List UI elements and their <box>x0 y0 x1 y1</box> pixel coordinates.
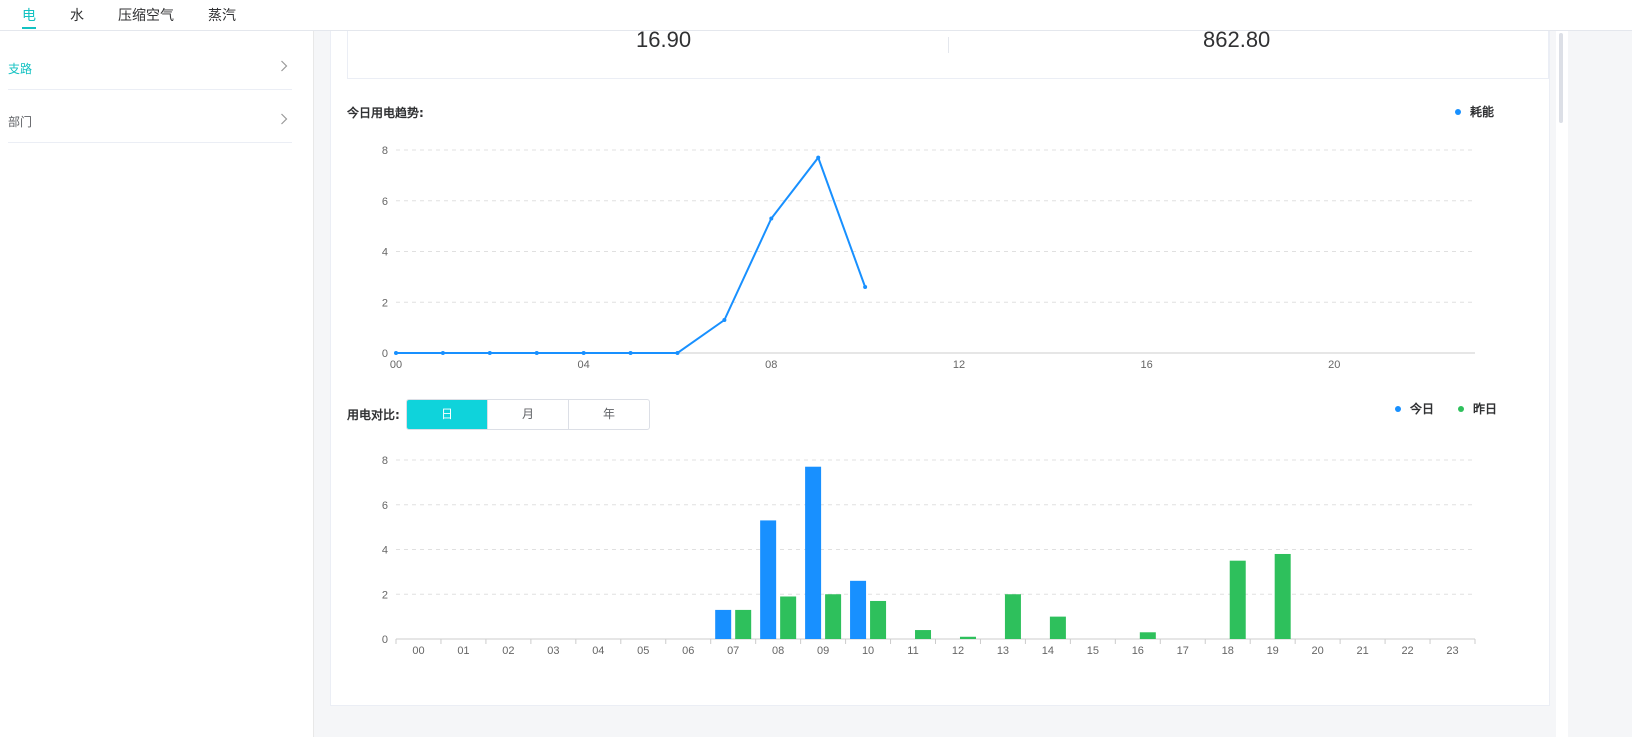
data-point <box>628 351 633 355</box>
bar-today <box>850 580 867 639</box>
bar-yesterday <box>959 636 976 639</box>
x-tick-label: 16 <box>1132 645 1144 657</box>
x-tick-label: 05 <box>637 645 649 657</box>
x-tick-label: 20 <box>1312 645 1324 657</box>
bar-yesterday <box>780 596 797 639</box>
data-point <box>816 155 821 160</box>
x-tick-label: 09 <box>817 645 829 657</box>
data-point <box>722 318 727 323</box>
data-point <box>440 351 445 355</box>
bar-today <box>760 520 777 639</box>
data-point <box>581 351 586 355</box>
x-tick-label: 20 <box>1328 359 1340 371</box>
y-tick-label: 2 <box>382 589 388 601</box>
x-tick-label: 13 <box>997 645 1009 657</box>
bar-yesterday <box>1274 553 1291 639</box>
bar-yesterday <box>1139 632 1156 639</box>
bar-yesterday <box>1049 616 1066 639</box>
y-tick-label: 2 <box>382 297 388 309</box>
x-tick-label: 23 <box>1446 645 1458 657</box>
x-tick-label: 02 <box>502 645 514 657</box>
data-point <box>394 351 398 355</box>
scrollbar[interactable] <box>1556 31 1568 737</box>
x-tick-label: 14 <box>1042 645 1054 657</box>
bar-today <box>715 609 732 639</box>
y-tick-label: 6 <box>382 500 388 512</box>
x-tick-label: 03 <box>547 645 559 657</box>
bar-today <box>805 466 822 639</box>
y-tick-label: 0 <box>382 348 388 360</box>
x-tick-label: 04 <box>578 359 590 371</box>
x-tick-label: 08 <box>765 359 777 371</box>
bar-yesterday <box>825 594 842 639</box>
x-tick-label: 12 <box>952 645 964 657</box>
x-tick-label: 01 <box>457 645 469 657</box>
x-tick-label: 07 <box>727 645 739 657</box>
data-point <box>863 285 868 290</box>
trend-line-chart: 0246800 04 08 12 16 200246800 01 02 03 04 05 06 07 08… <box>382 145 1476 657</box>
bar-yesterday <box>735 609 752 639</box>
x-tick-label: 15 <box>1087 645 1099 657</box>
bar-yesterday <box>1229 560 1246 639</box>
y-tick-label: 6 <box>382 196 388 208</box>
y-tick-label: 4 <box>382 247 388 259</box>
x-tick-label: 12 <box>953 359 965 371</box>
bar-yesterday <box>870 600 887 639</box>
y-tick-label: 0 <box>382 634 388 646</box>
x-tick-label: 04 <box>592 645 604 657</box>
x-tick-label: 18 <box>1222 645 1234 657</box>
x-tick-label: 11 <box>907 645 918 657</box>
x-tick-label: 00 <box>412 645 424 657</box>
data-point <box>769 216 774 221</box>
scrollbar-thumb[interactable] <box>1559 33 1563 123</box>
bar-yesterday <box>1004 594 1021 639</box>
data-point <box>534 351 539 355</box>
x-tick-label: 22 <box>1401 645 1413 657</box>
data-point <box>487 351 492 355</box>
x-tick-label: 19 <box>1267 645 1279 657</box>
x-tick-label: 08 <box>772 645 784 657</box>
x-tick-label: 17 <box>1177 645 1189 657</box>
x-tick-label: 10 <box>862 645 874 657</box>
x-tick-label: 21 <box>1356 645 1368 657</box>
data-point <box>675 351 680 355</box>
y-tick-label: 8 <box>382 145 388 157</box>
bar-yesterday <box>915 630 932 639</box>
y-tick-label: 8 <box>382 455 388 467</box>
series-line <box>396 155 867 354</box>
x-tick-label: 06 <box>682 645 694 657</box>
x-tick-label: 00 <box>390 359 402 371</box>
x-tick-label: 16 <box>1140 359 1152 371</box>
y-tick-label: 4 <box>382 545 388 557</box>
